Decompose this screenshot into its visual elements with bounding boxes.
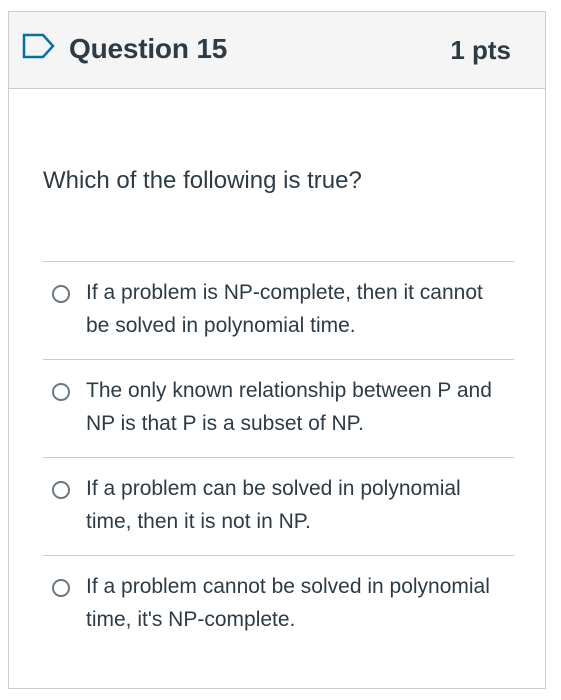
radio-button[interactable] [52,383,70,401]
radio-button[interactable] [52,285,70,303]
answer-option-1[interactable]: If a problem is NP-complete, then it can… [43,261,514,359]
flag-question-icon[interactable] [22,32,56,60]
radio-button[interactable] [52,481,70,499]
question-header: Question 15 1 pts [9,12,545,89]
question-points: 1 pts [450,35,511,65]
answer-option-4[interactable]: If a problem cannot be solved in polynom… [43,555,514,653]
radio-button[interactable] [52,579,70,597]
answer-label[interactable]: If a problem is NP-complete, then it can… [86,276,511,342]
answer-option-2[interactable]: The only known relationship between P an… [43,359,514,457]
answer-list: If a problem is NP-complete, then it can… [43,261,514,653]
question-prompt: Which of the following is true? [43,167,362,194]
question-title: Question 15 [69,33,228,64]
answer-label[interactable]: If a problem can be solved in polynomial… [86,472,511,538]
answer-label[interactable]: The only known relationship between P an… [86,374,511,440]
answer-option-3[interactable]: If a problem can be solved in polynomial… [43,457,514,555]
answer-label[interactable]: If a problem cannot be solved in polynom… [86,570,511,636]
question-card: Question 15 1 pts Which of the following… [8,11,546,689]
